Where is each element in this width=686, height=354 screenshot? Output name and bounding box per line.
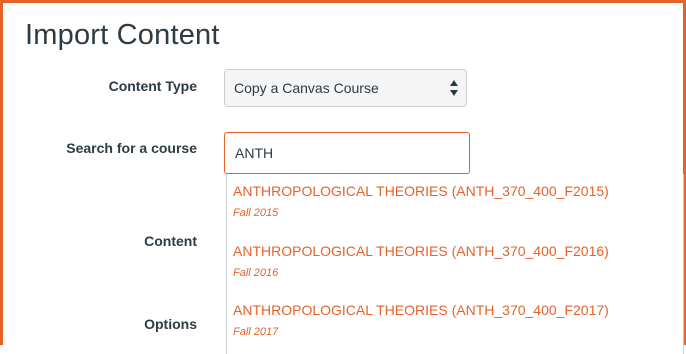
content-type-label: Content Type	[108, 78, 197, 94]
course-result-item[interactable]: ANTHROPOLOGICAL THEORIES (ANTH_370_400_F…	[233, 243, 609, 279]
content-label: Content	[144, 233, 197, 249]
course-result-item[interactable]: ANTHROPOLOGICAL THEORIES (ANTH_370_400_F…	[233, 302, 609, 338]
course-search-results: ANTHROPOLOGICAL THEORIES (ANTH_370_400_F…	[226, 174, 684, 354]
select-arrows-icon	[450, 80, 458, 96]
course-result-name: ANTHROPOLOGICAL THEORIES (ANTH_370_400_F…	[233, 183, 609, 199]
page-title: Import Content	[25, 19, 220, 51]
import-content-panel: Import Content Content Type Copy a Canva…	[0, 0, 686, 354]
course-result-name: ANTHROPOLOGICAL THEORIES (ANTH_370_400_F…	[233, 243, 609, 259]
course-search-input[interactable]	[224, 132, 470, 174]
course-result-term: Fall 2015	[233, 207, 279, 219]
search-course-label: Search for a course	[66, 140, 197, 156]
content-type-selected-value: Copy a Canvas Course	[234, 80, 379, 96]
course-result-name: ANTHROPOLOGICAL THEORIES (ANTH_370_400_F…	[233, 302, 609, 318]
options-label: Options	[144, 316, 197, 332]
content-type-select[interactable]: Copy a Canvas Course	[224, 69, 467, 107]
course-result-term: Fall 2017	[233, 326, 279, 338]
course-result-item[interactable]: ANTHROPOLOGICAL THEORIES (ANTH_370_400_F…	[233, 183, 609, 219]
course-result-term: Fall 2016	[233, 267, 279, 279]
